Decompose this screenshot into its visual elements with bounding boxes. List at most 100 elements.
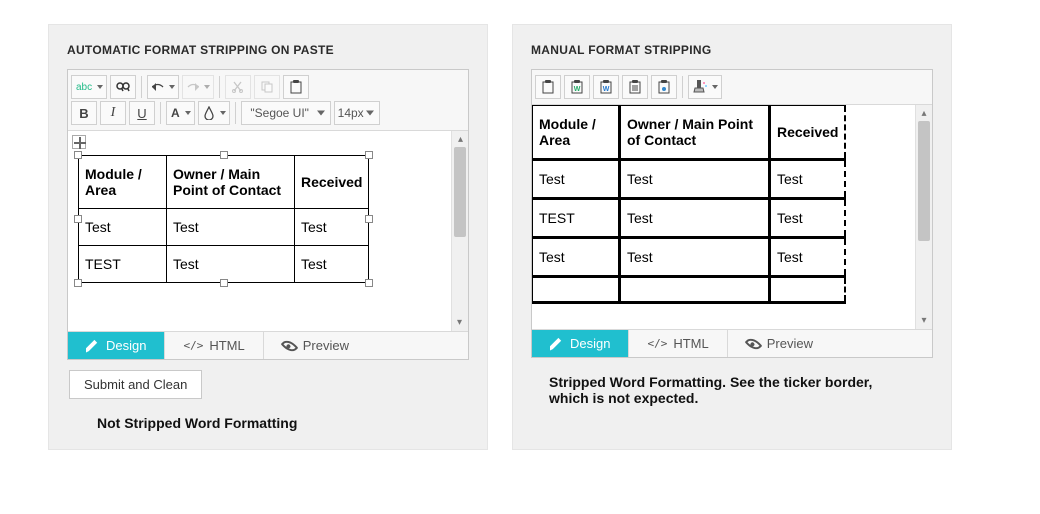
table-row	[532, 277, 845, 303]
table-cell[interactable]: Test	[532, 238, 620, 277]
table-cell[interactable]: Test	[79, 209, 167, 246]
table-cell[interactable]	[532, 277, 620, 303]
toolbar: abc	[68, 70, 468, 131]
panel-title: MANUAL FORMAT STRIPPING	[531, 43, 933, 57]
content-table[interactable]: Module / Area Owner / Main Point of Cont…	[532, 105, 846, 304]
submit-clean-button[interactable]: Submit and Clean	[69, 370, 202, 399]
table-row: Test Test Test	[532, 238, 845, 277]
eye-icon	[280, 337, 298, 355]
table-cell[interactable]: TEST	[79, 246, 167, 283]
table-cell[interactable]: Test	[770, 238, 846, 277]
redo-button[interactable]	[182, 75, 214, 99]
paste-html-icon[interactable]	[651, 75, 677, 99]
fontname-select[interactable]: "Segoe UI"	[241, 101, 331, 125]
paste-word-icon[interactable]: W	[564, 75, 590, 99]
paste-plain-icon[interactable]	[622, 75, 648, 99]
paste-icon[interactable]	[283, 75, 309, 99]
table-cell[interactable]: Test	[295, 209, 369, 246]
table-header[interactable]: Owner / Main Point of Contact	[620, 105, 770, 160]
scrollbar[interactable]: ▴ ▾	[915, 105, 932, 329]
paste-icon[interactable]	[535, 75, 561, 99]
table-header[interactable]: Module / Area	[79, 156, 167, 209]
resize-handle[interactable]	[365, 279, 373, 287]
viewbar: Design </> HTML Preview	[532, 329, 932, 357]
table-cell[interactable]: Test	[620, 199, 770, 238]
svg-text:W: W	[574, 86, 581, 93]
resize-handle[interactable]	[365, 151, 373, 159]
scrollbar[interactable]: ▴ ▾	[451, 131, 468, 331]
italic-button[interactable]: I	[100, 101, 126, 125]
table-cell[interactable]: Test	[532, 160, 620, 199]
code-icon: </>	[647, 337, 667, 350]
table-row: Test Test Test	[532, 160, 845, 199]
table-header[interactable]: Owner / Main Point of Contact	[167, 156, 295, 209]
view-label: HTML	[673, 336, 708, 351]
scroll-up-icon[interactable]: ▴	[454, 133, 467, 146]
table-row: TEST Test Test	[79, 246, 369, 283]
table-header[interactable]: Received	[770, 105, 846, 160]
move-handle-icon[interactable]	[72, 135, 86, 149]
underline-button[interactable]: U	[129, 101, 155, 125]
paste-word-alt-icon[interactable]: W	[593, 75, 619, 99]
table-row: TEST Test Test	[532, 199, 845, 238]
view-design[interactable]: Design	[68, 332, 165, 359]
scroll-thumb[interactable]	[918, 121, 930, 241]
undo-button[interactable]	[147, 75, 179, 99]
panel-manual-strip: MANUAL FORMAT STRIPPING W W	[512, 24, 952, 450]
table-cell[interactable]	[770, 277, 846, 303]
table-cell[interactable]: Test	[167, 209, 295, 246]
eye-icon	[744, 335, 762, 353]
resize-handle[interactable]	[74, 279, 82, 287]
table-cell[interactable]: Test	[295, 246, 369, 283]
table-header[interactable]: Received	[295, 156, 369, 209]
editor-canvas[interactable]: Module / Area Owner / Main Point of Cont…	[68, 131, 451, 331]
view-label: Preview	[303, 338, 349, 353]
scroll-down-icon[interactable]: ▾	[918, 314, 931, 327]
view-preview[interactable]: Preview	[728, 330, 831, 357]
caption: Not Stripped Word Formatting	[97, 415, 469, 431]
table-cell[interactable]: Test	[620, 238, 770, 277]
table-cell[interactable]: Test	[620, 160, 770, 199]
table-cell[interactable]: Test	[167, 246, 295, 283]
table-row: Test Test Test	[79, 209, 369, 246]
bold-button[interactable]: B	[71, 101, 97, 125]
scroll-thumb[interactable]	[454, 147, 466, 237]
code-icon: </>	[183, 339, 203, 352]
table-row: Module / Area Owner / Main Point of Cont…	[79, 156, 369, 209]
svg-text:W: W	[603, 86, 610, 93]
table-cell[interactable]: TEST	[532, 199, 620, 238]
resize-handle[interactable]	[220, 279, 228, 287]
table-cell[interactable]	[620, 277, 770, 303]
table-header[interactable]: Module / Area	[532, 105, 620, 160]
pencil-icon	[86, 339, 100, 353]
resize-handle[interactable]	[74, 215, 82, 223]
panel-auto-strip: AUTOMATIC FORMAT STRIPPING ON PASTE abc	[48, 24, 488, 450]
view-design[interactable]: Design	[532, 330, 629, 357]
resize-handle[interactable]	[220, 151, 228, 159]
panel-title: AUTOMATIC FORMAT STRIPPING ON PASTE	[67, 43, 469, 57]
view-html[interactable]: </> HTML	[165, 332, 263, 359]
format-stripper-button[interactable]	[688, 75, 722, 99]
spellcheck-button[interactable]: abc	[71, 75, 107, 99]
copy-icon[interactable]	[254, 75, 280, 99]
table-cell[interactable]: Test	[770, 160, 846, 199]
editor-canvas[interactable]: Module / Area Owner / Main Point of Cont…	[532, 105, 915, 329]
resize-handle[interactable]	[365, 215, 373, 223]
table-cell[interactable]: Test	[770, 199, 846, 238]
view-html[interactable]: </> HTML	[629, 330, 727, 357]
caption: Stripped Word Formatting. See the ticker…	[549, 374, 879, 406]
fontsize-select[interactable]: 14px	[334, 101, 380, 125]
content-table[interactable]: Module / Area Owner / Main Point of Cont…	[78, 155, 369, 283]
find-icon[interactable]	[110, 75, 136, 99]
scroll-up-icon[interactable]: ▴	[918, 107, 931, 120]
view-label: Preview	[767, 336, 813, 351]
resize-handle[interactable]	[74, 151, 82, 159]
view-label: Design	[570, 336, 610, 351]
forecolor-button[interactable]: A	[166, 101, 195, 125]
backcolor-button[interactable]	[198, 101, 230, 125]
table-row: Module / Area Owner / Main Point of Cont…	[532, 105, 845, 160]
cut-icon[interactable]	[225, 75, 251, 99]
editor-left: abc	[67, 69, 469, 360]
scroll-down-icon[interactable]: ▾	[453, 316, 466, 329]
view-preview[interactable]: Preview	[264, 332, 367, 359]
